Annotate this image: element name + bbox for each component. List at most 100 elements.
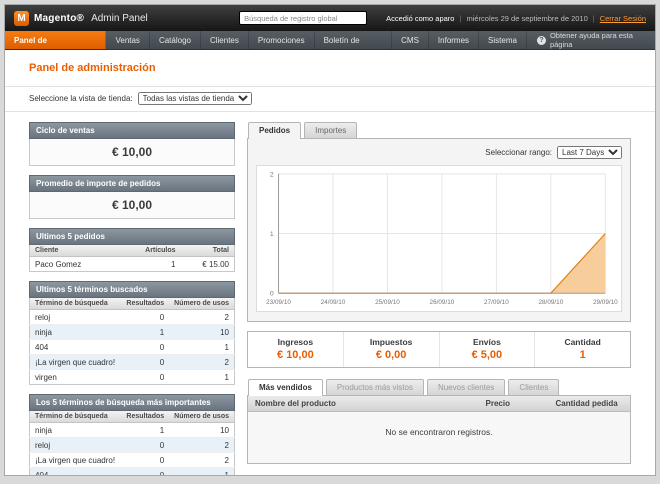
lifetime-sales-header: Ciclo de ventas xyxy=(29,122,235,139)
cell-results: 0 xyxy=(121,355,169,370)
column-header: Artículos xyxy=(139,245,181,257)
table-row[interactable]: 404 0 1 xyxy=(30,340,235,355)
svg-text:0: 0 xyxy=(270,291,274,298)
lifetime-sales-value: € 10,00 xyxy=(29,139,235,166)
table-row[interactable]: ¡La virgen que cuadro! 0 2 xyxy=(30,355,235,370)
app-window: M Magento® Admin Panel Accedió como apar… xyxy=(4,4,656,476)
cell-uses: 10 xyxy=(169,423,234,438)
chart-tab-panel: Seleccionar rango: Last 7 Days 21023/09/… xyxy=(247,139,631,322)
svg-text:25/09/10: 25/09/10 xyxy=(375,299,400,306)
column-header: Nombre del producto xyxy=(248,396,479,412)
nav-item-customers[interactable]: Clientes xyxy=(201,31,249,49)
cell-uses: 2 xyxy=(169,310,234,325)
nav-item-reports[interactable]: Informes xyxy=(429,31,479,49)
cell-term: 404 xyxy=(30,340,122,355)
right-column: Pedidos Importes Seleccionar rango: Last… xyxy=(247,122,631,464)
cell-results: 0 xyxy=(121,370,169,385)
cell-uses: 1 xyxy=(169,468,234,476)
tab-customers[interactable]: Clientes xyxy=(508,379,559,395)
table-row[interactable]: 404 0 1 xyxy=(30,468,235,476)
average-orders-panel: Promedio de importe de pedidos € 10,00 xyxy=(29,175,235,219)
top-search-header: Los 5 términos de búsqueda más important… xyxy=(29,394,235,411)
top-search-table: Término de búsqueda Resultados Número de… xyxy=(29,411,235,475)
cell-term: 404 xyxy=(30,468,122,476)
cell-term: ninja xyxy=(30,423,122,438)
range-label: Seleccionar rango: xyxy=(485,148,552,157)
left-column: Ciclo de ventas € 10,00 Promedio de impo… xyxy=(29,122,235,475)
header-date: miércoles 29 de septiembre de 2010 xyxy=(466,14,587,23)
nav-item-newsletter[interactable]: Boletín de noticias xyxy=(315,31,393,49)
cell-uses: 1 xyxy=(169,370,234,385)
cell-term: reloj xyxy=(30,438,122,453)
last-orders-header: Ultimos 5 pedidos xyxy=(29,228,235,245)
table-row[interactable]: ninja 1 10 xyxy=(30,325,235,340)
tab-importes[interactable]: Importes xyxy=(304,122,357,138)
cell-results: 1 xyxy=(121,325,169,340)
title-row: Panel de administración xyxy=(5,50,655,82)
stat-value: 1 xyxy=(535,349,630,361)
table-row[interactable]: reloj 0 2 xyxy=(30,438,235,453)
cell-uses: 2 xyxy=(169,438,234,453)
cell-results: 0 xyxy=(121,340,169,355)
bottom-tabs: Más vendidos Productos más vistos Nuevos… xyxy=(247,379,631,396)
table-row[interactable]: ¡La virgen que cuadro! 0 2 xyxy=(30,453,235,468)
stat-value: € 0,00 xyxy=(344,349,439,361)
tab-pedidos[interactable]: Pedidos xyxy=(248,122,301,139)
dashboard: Ciclo de ventas € 10,00 Promedio de impo… xyxy=(5,112,655,475)
column-header: Cantidad pedida xyxy=(549,396,631,412)
logged-in-as: Accedió como aparo xyxy=(386,14,454,23)
range-select[interactable]: Last 7 Days xyxy=(557,146,622,159)
tab-most-viewed[interactable]: Productos más vistos xyxy=(326,379,424,395)
cell-term: virgen xyxy=(30,370,122,385)
help-icon: ? xyxy=(537,36,546,45)
cell-uses: 10 xyxy=(169,325,234,340)
cell-items: 1 xyxy=(139,257,181,272)
table-row[interactable]: reloj 0 2 xyxy=(30,310,235,325)
nav-item-system[interactable]: Sistema xyxy=(479,31,527,49)
svg-text:28/09/10: 28/09/10 xyxy=(538,299,563,306)
brand-suffix: Admin Panel xyxy=(91,13,148,24)
page-title: Panel de administración xyxy=(29,62,156,74)
stat-quantity: Cantidad 1 xyxy=(534,332,630,367)
content-area: Panel de administración Seleccione la vi… xyxy=(5,50,655,475)
nav-item-promotions[interactable]: Promociones xyxy=(249,31,315,49)
nav-item-dashboard[interactable]: Panel de administración xyxy=(5,31,106,49)
store-view-select[interactable]: Todas las vistas de tienda xyxy=(138,92,252,105)
global-search-input[interactable] xyxy=(239,11,367,25)
nav-item-catalog[interactable]: Catálogo xyxy=(150,31,201,49)
tab-bestsellers[interactable]: Más vendidos xyxy=(248,379,323,396)
table-row[interactable]: Paco Gomez 1 € 15.00 xyxy=(30,257,235,272)
column-header: Término de búsqueda xyxy=(30,411,122,423)
table-header-row: Cliente Artículos Total xyxy=(30,245,235,257)
empty-message: No se encontraron registros. xyxy=(248,411,631,463)
bottom-tabs-section: Más vendidos Productos más vistos Nuevos… xyxy=(247,379,631,464)
average-orders-header: Promedio de importe de pedidos xyxy=(29,175,235,192)
tab-new-customers[interactable]: Nuevos clientes xyxy=(427,379,505,395)
svg-text:24/09/10: 24/09/10 xyxy=(321,299,346,306)
cell-uses: 1 xyxy=(169,340,234,355)
nav-item-cms[interactable]: CMS xyxy=(392,31,429,49)
column-header: Resultados xyxy=(121,411,169,423)
help-link[interactable]: ? Obtener ayuda para esta página xyxy=(527,31,655,49)
column-header: Término de búsqueda xyxy=(30,298,122,310)
cell-results: 0 xyxy=(121,310,169,325)
cell-uses: 2 xyxy=(169,453,234,468)
last-orders-table: Cliente Artículos Total Paco Gomez 1 € 1… xyxy=(29,245,235,272)
cell-term: reloj xyxy=(30,310,122,325)
table-row[interactable]: virgen 0 1 xyxy=(30,370,235,385)
svg-text:29/09/10: 29/09/10 xyxy=(593,299,618,306)
cell-results: 0 xyxy=(121,438,169,453)
logout-link[interactable]: Cerrar Sesión xyxy=(600,14,646,23)
stat-label: Impuestos xyxy=(344,337,439,347)
main-nav: Panel de administración Ventas Catálogo … xyxy=(5,31,655,50)
cell-results: 0 xyxy=(121,468,169,476)
table-row[interactable]: ninja 1 10 xyxy=(30,423,235,438)
svg-text:26/09/10: 26/09/10 xyxy=(430,299,455,306)
table-header-row: Nombre del producto Precio Cantidad pedi… xyxy=(248,396,631,412)
cell-total: € 15.00 xyxy=(181,257,235,272)
nav-item-sales[interactable]: Ventas xyxy=(106,31,149,49)
magento-logo-icon: M xyxy=(14,11,29,26)
column-header: Número de usos xyxy=(169,298,234,310)
average-orders-value: € 10,00 xyxy=(29,192,235,219)
top-search-panel: Los 5 términos de búsqueda más important… xyxy=(29,394,235,475)
